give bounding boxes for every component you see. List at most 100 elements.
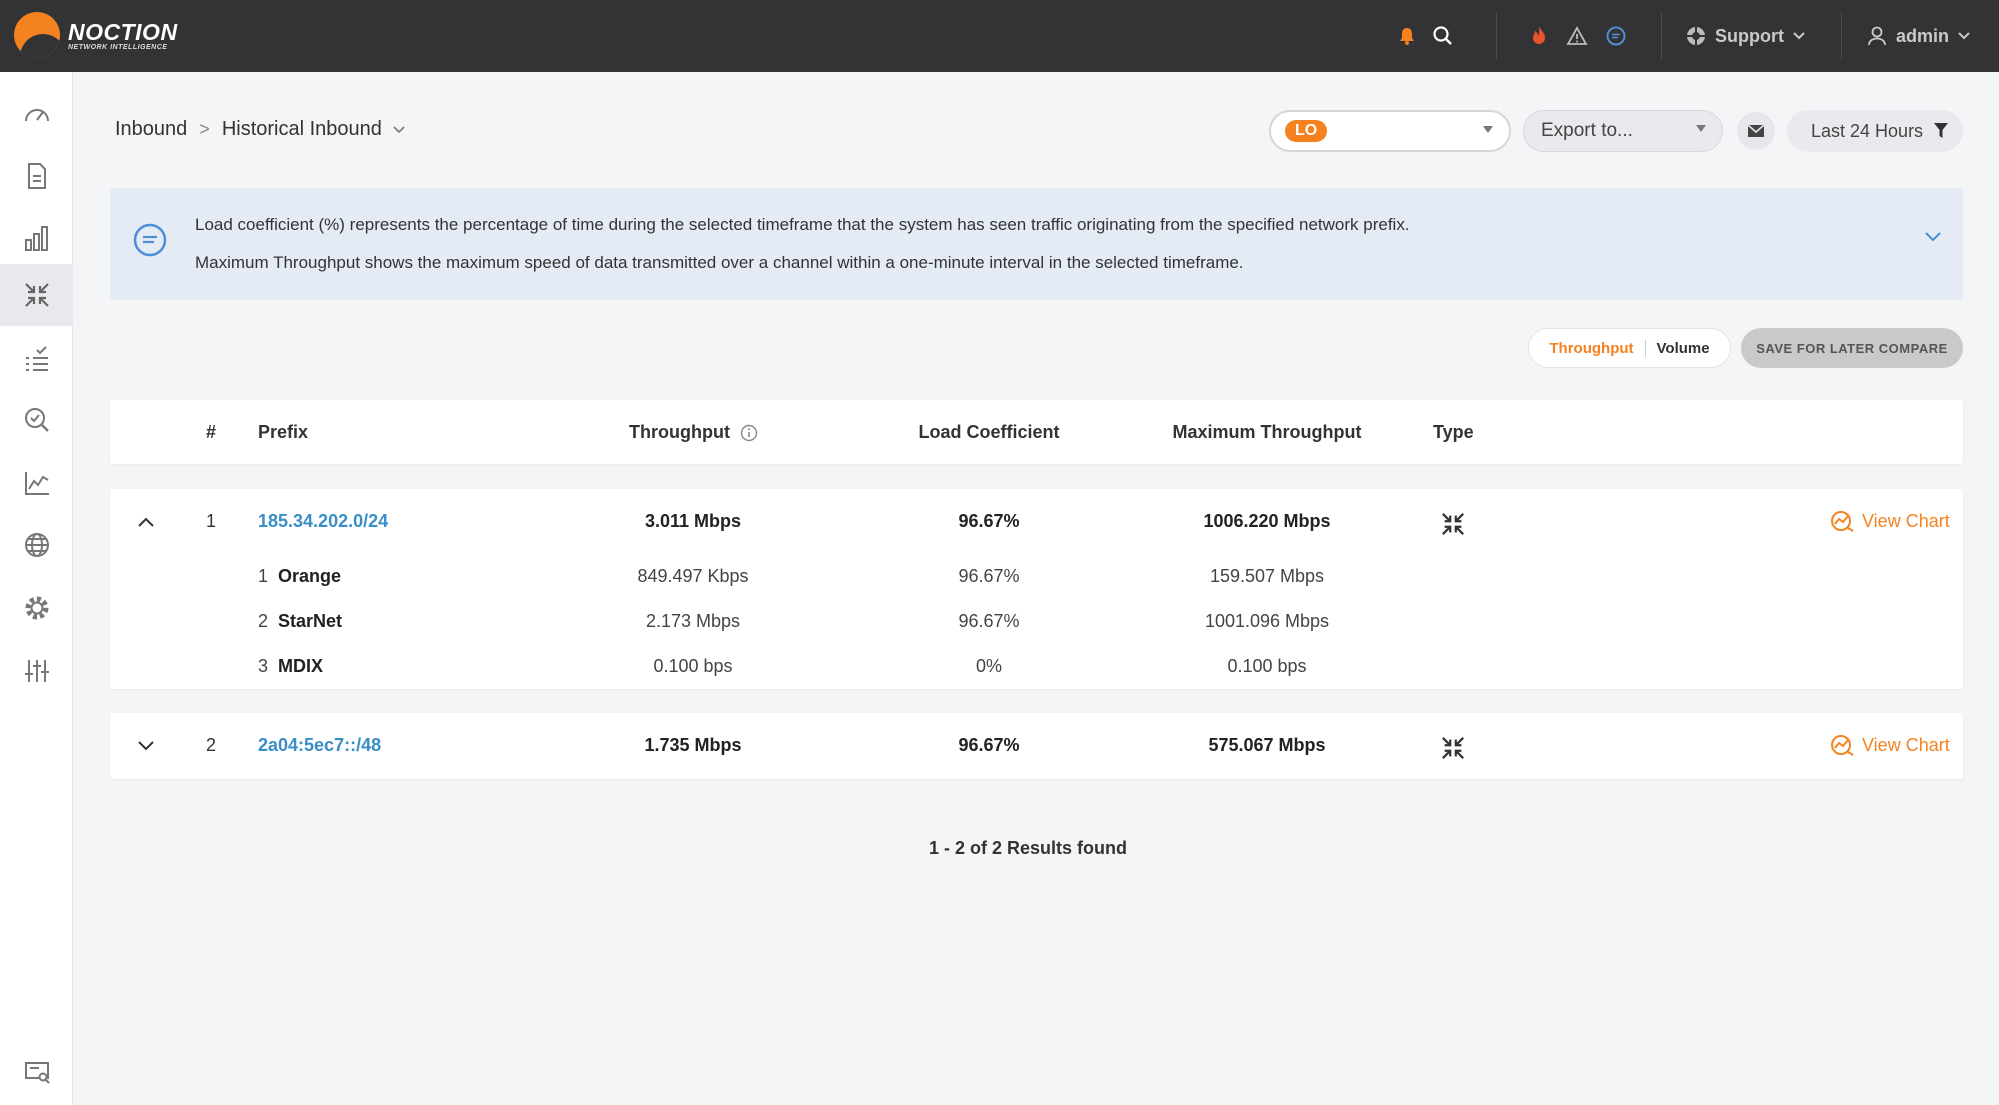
support-menu[interactable]: Support bbox=[1685, 0, 1806, 72]
report-icon[interactable] bbox=[0, 145, 73, 207]
provider-max: 1001.096 Mbps bbox=[1204, 611, 1330, 631]
chat-info-icon bbox=[133, 223, 167, 257]
view-chart-label: View Chart bbox=[1862, 510, 1950, 531]
bell-icon[interactable] bbox=[1393, 22, 1421, 50]
inbound-type-icon bbox=[1441, 512, 1465, 536]
flame-icon[interactable] bbox=[1525, 22, 1553, 50]
caret-down-icon bbox=[1483, 126, 1493, 133]
checklist-icon[interactable] bbox=[0, 327, 73, 389]
breadcrumb-current-label: Historical Inbound bbox=[221, 118, 382, 140]
chevron-down-icon bbox=[1958, 32, 1970, 40]
row-max-throughput: 1006.220 Mbps bbox=[1203, 511, 1331, 531]
chart-icon bbox=[1831, 735, 1854, 756]
row-num: 2 bbox=[206, 735, 217, 755]
provider-num: 2 bbox=[258, 611, 269, 631]
provider-name: StarNet bbox=[278, 611, 343, 631]
chevron-up-icon[interactable] bbox=[137, 516, 155, 528]
chevron-down-icon[interactable] bbox=[1923, 230, 1943, 244]
row-num: 1 bbox=[206, 511, 217, 531]
provider-name: MDIX bbox=[278, 656, 323, 676]
results-count: 1 - 2 of 2 Results found bbox=[928, 838, 1128, 858]
breadcrumb: Inbound > Historical Inbound bbox=[115, 118, 406, 141]
inbound-type-icon bbox=[1441, 736, 1465, 760]
prefix-link[interactable]: 185.34.202.0/24 bbox=[258, 511, 388, 532]
table-header: # Prefix Throughput Load Coefficient Max… bbox=[110, 400, 1963, 464]
breadcrumb-root[interactable]: Inbound bbox=[115, 118, 187, 141]
lo-badge: LO bbox=[1285, 120, 1328, 142]
chat-icon[interactable] bbox=[1602, 22, 1630, 50]
view-chart-label: View Chart bbox=[1862, 734, 1950, 755]
provider-load: 96.67% bbox=[958, 566, 1020, 586]
chart-icon bbox=[1831, 511, 1854, 532]
analyzer-icon[interactable] bbox=[0, 389, 73, 451]
provider-load: 0% bbox=[975, 656, 1003, 676]
row-load-coefficient: 96.67% bbox=[958, 511, 1020, 531]
toggle-volume[interactable]: Volume bbox=[1644, 339, 1721, 357]
top-bar: NOCTION NETWORK INTELLIGENCE Support adm… bbox=[0, 0, 1999, 72]
logo[interactable]: NOCTION NETWORK INTELLIGENCE bbox=[14, 12, 178, 58]
settings-icon[interactable] bbox=[0, 577, 73, 639]
email-button[interactable] bbox=[1737, 112, 1775, 150]
user-icon bbox=[1868, 26, 1886, 46]
provider-load: 96.67% bbox=[958, 611, 1020, 631]
table-row: 2 2a04:5ec7::/48 1.735 Mbps 96.67% 575.0… bbox=[110, 713, 1963, 779]
provider-select[interactable]: LO bbox=[1269, 110, 1511, 152]
toggle-throughput[interactable]: Throughput bbox=[1538, 340, 1644, 357]
sliders-icon[interactable] bbox=[0, 640, 73, 702]
chevron-down-icon bbox=[1793, 32, 1805, 40]
chevron-down-icon[interactable] bbox=[137, 740, 155, 752]
breadcrumb-current[interactable]: Historical Inbound bbox=[222, 118, 406, 141]
provider-throughput: 849.497 Kbps bbox=[637, 566, 749, 586]
chevron-down-icon bbox=[393, 125, 405, 133]
save-for-later-compare-button[interactable]: SAVE FOR LATER COMPARE bbox=[1741, 328, 1963, 368]
dashboard-icon[interactable] bbox=[0, 82, 73, 144]
inbound-arrows-icon[interactable] bbox=[0, 264, 73, 326]
provider-name: Orange bbox=[278, 566, 342, 586]
logo-tagline: NETWORK INTELLIGENCE bbox=[68, 43, 168, 51]
provider-max: 0.100 bps bbox=[1227, 656, 1307, 676]
header-maximum-throughput[interactable]: Maximum Throughput bbox=[1173, 422, 1362, 443]
export-label: Export to... bbox=[1541, 120, 1633, 141]
provider-throughput: 0.100 bps bbox=[653, 656, 733, 676]
row-load-coefficient: 96.67% bbox=[958, 735, 1020, 755]
header-type: Type bbox=[1433, 422, 1474, 442]
header-prefix[interactable]: Prefix bbox=[258, 422, 308, 443]
user-label: admin bbox=[1896, 25, 1950, 46]
view-chart-link[interactable]: View Chart bbox=[1830, 510, 1950, 532]
header-num: # bbox=[206, 422, 217, 442]
header-throughput-label: Throughput bbox=[629, 422, 730, 442]
user-menu[interactable]: admin bbox=[1866, 0, 1971, 72]
metric-toggle: Throughput Volume bbox=[1528, 328, 1731, 368]
breadcrumb-separator: > bbox=[199, 119, 210, 139]
envelope-icon bbox=[1747, 124, 1765, 137]
prefix-link[interactable]: 2a04:5ec7::/48 bbox=[258, 735, 381, 756]
logo-mark bbox=[14, 12, 60, 58]
export-select[interactable]: Export to... bbox=[1523, 110, 1723, 152]
filter-icon bbox=[1934, 123, 1949, 138]
period-label: Last 24 Hours bbox=[1811, 120, 1924, 141]
row-max-throughput: 575.067 Mbps bbox=[1208, 735, 1326, 755]
provider-throughput: 2.173 Mbps bbox=[645, 611, 741, 631]
table-row: 1 185.34.202.0/24 3.011 Mbps 96.67% 1006… bbox=[110, 489, 1963, 689]
row-throughput: 3.011 Mbps bbox=[644, 511, 742, 531]
provider-num: 1 bbox=[258, 566, 269, 586]
warning-icon[interactable] bbox=[1563, 22, 1591, 50]
row-throughput: 1.735 Mbps bbox=[644, 735, 742, 755]
globe-icon[interactable] bbox=[0, 514, 73, 576]
info-icon[interactable] bbox=[740, 424, 758, 442]
logo-name: NOCTION bbox=[68, 18, 178, 45]
monitor-icon[interactable] bbox=[0, 1042, 73, 1104]
info-text-line-1: Load coefficient (%) represents the perc… bbox=[195, 215, 1410, 234]
provider-num: 3 bbox=[258, 656, 269, 676]
graph-icon[interactable] bbox=[0, 452, 73, 514]
view-chart-link[interactable]: View Chart bbox=[1830, 734, 1950, 756]
header-load-coefficient[interactable]: Load Coefficient bbox=[918, 422, 1059, 443]
info-text-line-2: Maximum Throughput shows the maximum spe… bbox=[195, 253, 1244, 272]
search-icon[interactable] bbox=[1429, 22, 1457, 50]
bar-chart-icon[interactable] bbox=[0, 207, 73, 269]
provider-max: 159.507 Mbps bbox=[1209, 566, 1325, 586]
sidebar bbox=[0, 72, 73, 1105]
header-throughput[interactable]: Throughput bbox=[629, 422, 758, 443]
period-filter-button[interactable]: Last 24 Hours bbox=[1787, 110, 1963, 152]
info-panel: Load coefficient (%) represents the perc… bbox=[110, 188, 1963, 300]
